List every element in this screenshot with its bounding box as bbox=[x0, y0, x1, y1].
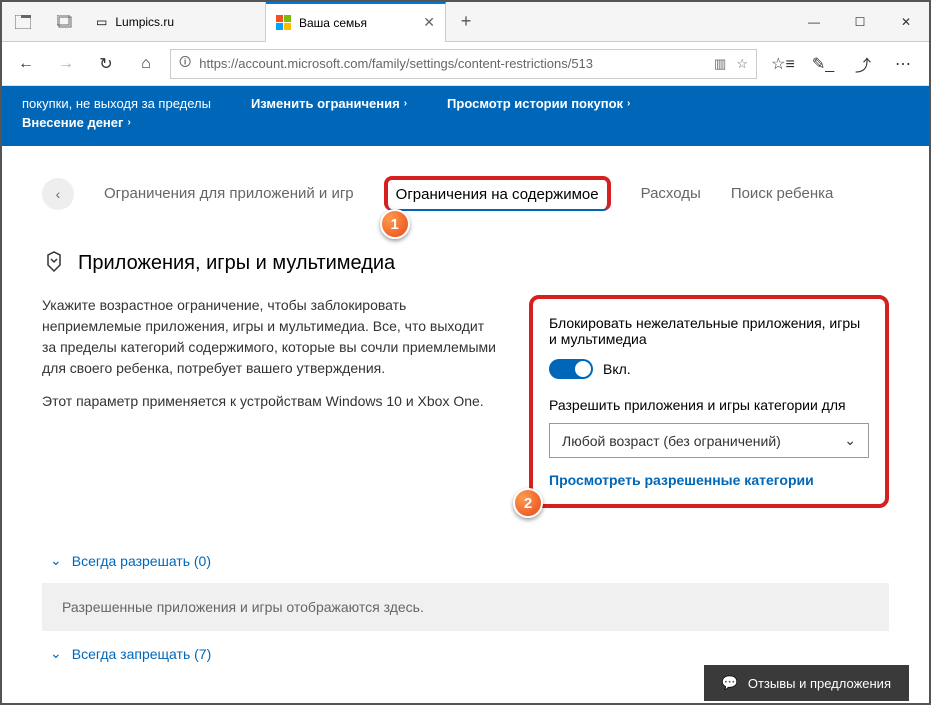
main-content: ‹ Ограничения для приложений и игр Огран… bbox=[2, 146, 929, 696]
banner-link-deposit[interactable]: Внесение денег› bbox=[22, 115, 211, 130]
share-icon[interactable]: ⤴ bbox=[845, 48, 881, 80]
age-rating-select[interactable]: Любой возраст (без ограничений) ⌄ bbox=[549, 423, 869, 458]
tab-apps-restrictions[interactable]: Ограничения для приложений и игр bbox=[104, 181, 354, 206]
microsoft-logo-icon bbox=[276, 15, 291, 30]
close-button[interactable]: ✕ bbox=[883, 2, 929, 42]
annotation-badge-1: 1 bbox=[380, 209, 410, 239]
address-bar: ← → ↻ ⌂ 🛈 https://account.microsoft.com/… bbox=[2, 42, 929, 86]
notes-icon[interactable]: ✎_ bbox=[805, 48, 841, 80]
new-tab-button[interactable]: + bbox=[446, 11, 486, 32]
tab-spending[interactable]: Расходы bbox=[641, 181, 701, 206]
tabs-preview-icon[interactable] bbox=[44, 2, 86, 42]
page-icon: ▭ bbox=[96, 15, 107, 29]
description-text-2: Этот параметр применяется к устройствам … bbox=[42, 391, 499, 412]
banner-link-restrictions[interactable]: Изменить ограничения› bbox=[251, 96, 407, 111]
refresh-button[interactable]: ↻ bbox=[90, 48, 122, 80]
home-button[interactable]: ⌂ bbox=[130, 48, 162, 80]
chevron-right-icon: › bbox=[627, 98, 630, 109]
chevron-right-icon: › bbox=[404, 98, 407, 109]
games-media-icon bbox=[42, 251, 66, 275]
description-text-1: Укажите возрастное ограничение, чтобы за… bbox=[42, 295, 499, 379]
reading-view-icon[interactable]: ▥ bbox=[714, 56, 726, 72]
banner-link-history[interactable]: Просмотр истории покупок› bbox=[447, 96, 630, 111]
block-toggle[interactable] bbox=[549, 359, 593, 379]
toggle-state: Вкл. bbox=[603, 361, 631, 377]
tab-title: Ваша семья bbox=[299, 16, 367, 30]
feedback-button[interactable]: 💬 Отзывы и предложения bbox=[704, 665, 909, 701]
menu-icon[interactable]: ⋯ bbox=[885, 48, 921, 80]
section-header: Приложения, игры и мультимедиа bbox=[42, 251, 889, 275]
chevron-right-icon: › bbox=[127, 117, 130, 128]
tab-title: Lumpics.ru bbox=[115, 15, 174, 29]
banner-text: покупки, не выходя за пределы bbox=[22, 96, 211, 111]
tab-set-aside-icon[interactable] bbox=[2, 2, 44, 42]
minimize-button[interactable]: — bbox=[791, 2, 837, 42]
window-controls: — ☐ ✕ bbox=[791, 2, 929, 42]
section-title: Приложения, игры и мультимедиа bbox=[78, 252, 395, 275]
favorites-hub-icon[interactable]: ☆≡ bbox=[765, 48, 801, 80]
page-tabs: ‹ Ограничения для приложений и игр Огран… bbox=[42, 176, 889, 211]
browser-tab-active[interactable]: Ваша семья ✕ bbox=[266, 2, 446, 42]
close-icon[interactable]: ✕ bbox=[423, 14, 435, 31]
select-value: Любой возраст (без ограничений) bbox=[562, 433, 781, 449]
tab-find-child[interactable]: Поиск ребенка bbox=[731, 181, 834, 206]
forward-button[interactable]: → bbox=[50, 48, 82, 80]
maximize-button[interactable]: ☐ bbox=[837, 2, 883, 42]
empty-allowed-message: Разрешенные приложения и игры отображают… bbox=[42, 583, 889, 631]
window-titlebar: ▭ Lumpics.ru Ваша семья ✕ + — ☐ ✕ bbox=[2, 2, 929, 42]
browser-tab-inactive[interactable]: ▭ Lumpics.ru bbox=[86, 2, 266, 42]
tab-content-restrictions[interactable]: Ограничения на содержимое bbox=[384, 176, 611, 211]
chat-icon: 💬 bbox=[722, 675, 738, 691]
back-button[interactable]: ← bbox=[10, 48, 42, 80]
header-banner: покупки, не выходя за пределы Внесение д… bbox=[2, 86, 929, 146]
allow-label: Разрешить приложения и игры категории дл… bbox=[549, 397, 869, 413]
lock-icon: 🛈 bbox=[179, 53, 191, 74]
back-circle-button[interactable]: ‹ bbox=[42, 178, 74, 210]
settings-panel: Блокировать нежелательные приложения, иг… bbox=[529, 295, 889, 508]
favorite-icon[interactable]: ☆ bbox=[736, 56, 748, 72]
url-input[interactable]: 🛈 https://account.microsoft.com/family/s… bbox=[170, 49, 757, 79]
block-label: Блокировать нежелательные приложения, иг… bbox=[549, 315, 869, 347]
chevron-down-icon: ⌄ bbox=[844, 432, 856, 449]
view-categories-link[interactable]: Просмотреть разрешенные категории bbox=[549, 472, 869, 488]
annotation-badge-2: 2 bbox=[513, 488, 543, 518]
expand-always-allow[interactable]: ⌄ Всегда разрешать (0) bbox=[42, 538, 889, 583]
chevron-down-icon: ⌄ bbox=[50, 645, 62, 662]
chevron-down-icon: ⌄ bbox=[50, 552, 62, 569]
description-column: Укажите возрастное ограничение, чтобы за… bbox=[42, 295, 499, 508]
url-text: https://account.microsoft.com/family/set… bbox=[199, 56, 706, 71]
